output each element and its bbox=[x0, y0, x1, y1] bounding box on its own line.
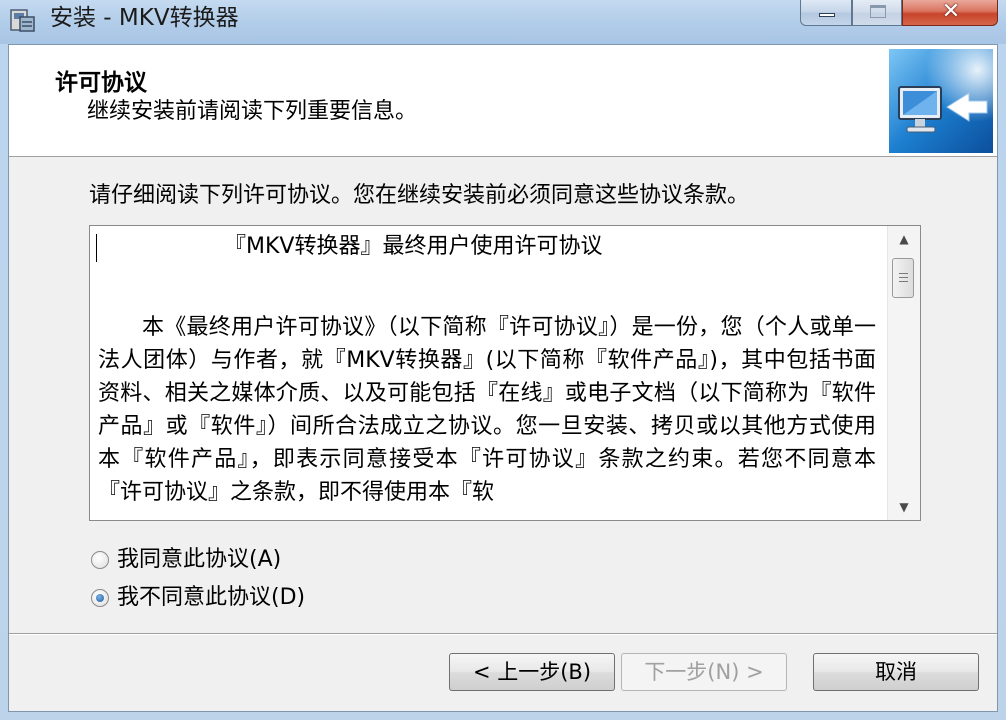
scroll-down-arrow-icon[interactable]: ▼ bbox=[888, 494, 920, 520]
accept-agreement-radio[interactable]: 我同意此协议(A) bbox=[91, 547, 281, 573]
back-button[interactable]: < 上一步(B) bbox=[449, 653, 615, 691]
minimize-button[interactable] bbox=[800, 0, 852, 26]
vertical-scrollbar[interactable]: ▲ ▼ bbox=[887, 226, 920, 520]
decline-agreement-label: 我不同意此协议(D) bbox=[117, 585, 306, 610]
window-title: 安装 - MKV转换器 bbox=[50, 5, 239, 31]
installer-app-icon bbox=[10, 9, 35, 32]
accept-agreement-label: 我同意此协议(A) bbox=[117, 547, 282, 572]
wizard-header: 许可协议 继续安装前请阅读下列重要信息。 bbox=[9, 45, 997, 157]
license-text: 『MKV转换器』最终用户使用许可协议 本《最终用户许可协议》（以下简称『许可协议… bbox=[98, 230, 876, 509]
decline-agreement-radio[interactable]: 我不同意此协议(D) bbox=[91, 585, 305, 611]
license-body: 本《最终用户许可协议》（以下简称『许可协议』）是一份，您（个人或单一法人团体）与… bbox=[98, 315, 876, 505]
license-title: 『MKV转换器』最终用户使用许可协议 bbox=[224, 234, 603, 259]
scroll-up-arrow-icon[interactable]: ▲ bbox=[888, 226, 920, 252]
maximize-button[interactable] bbox=[852, 0, 902, 26]
close-icon: ✕ bbox=[941, 0, 961, 24]
next-button[interactable]: 下一步(N) > bbox=[621, 653, 787, 691]
close-button[interactable]: ✕ bbox=[902, 0, 998, 26]
scroll-thumb[interactable] bbox=[892, 258, 914, 298]
cancel-button[interactable]: 取消 bbox=[813, 653, 979, 691]
minimize-icon bbox=[819, 13, 835, 17]
radio-checked-icon bbox=[91, 589, 109, 607]
text-caret bbox=[96, 234, 97, 262]
footer-separator bbox=[9, 633, 997, 635]
page-subtitle: 继续安装前请阅读下列重要信息。 bbox=[87, 99, 418, 124]
license-text-box[interactable]: 『MKV转换器』最终用户使用许可协议 本《最终用户许可协议》（以下简称『许可协议… bbox=[89, 225, 921, 521]
page-title: 许可协议 bbox=[55, 70, 147, 96]
wizard-dialog: 许可协议 继续安装前请阅读下列重要信息。 请仔细阅读下列许可协议。您在继续安装前… bbox=[8, 44, 998, 712]
installer-logo-icon bbox=[889, 49, 993, 153]
title-bar[interactable]: 安装 - MKV转换器 ✕ bbox=[0, 0, 1006, 44]
maximize-icon bbox=[870, 5, 886, 18]
license-instructions: 请仔细阅读下列许可协议。您在继续安装前必须同意这些协议条款。 bbox=[89, 183, 750, 208]
radio-unchecked-icon bbox=[91, 551, 109, 569]
